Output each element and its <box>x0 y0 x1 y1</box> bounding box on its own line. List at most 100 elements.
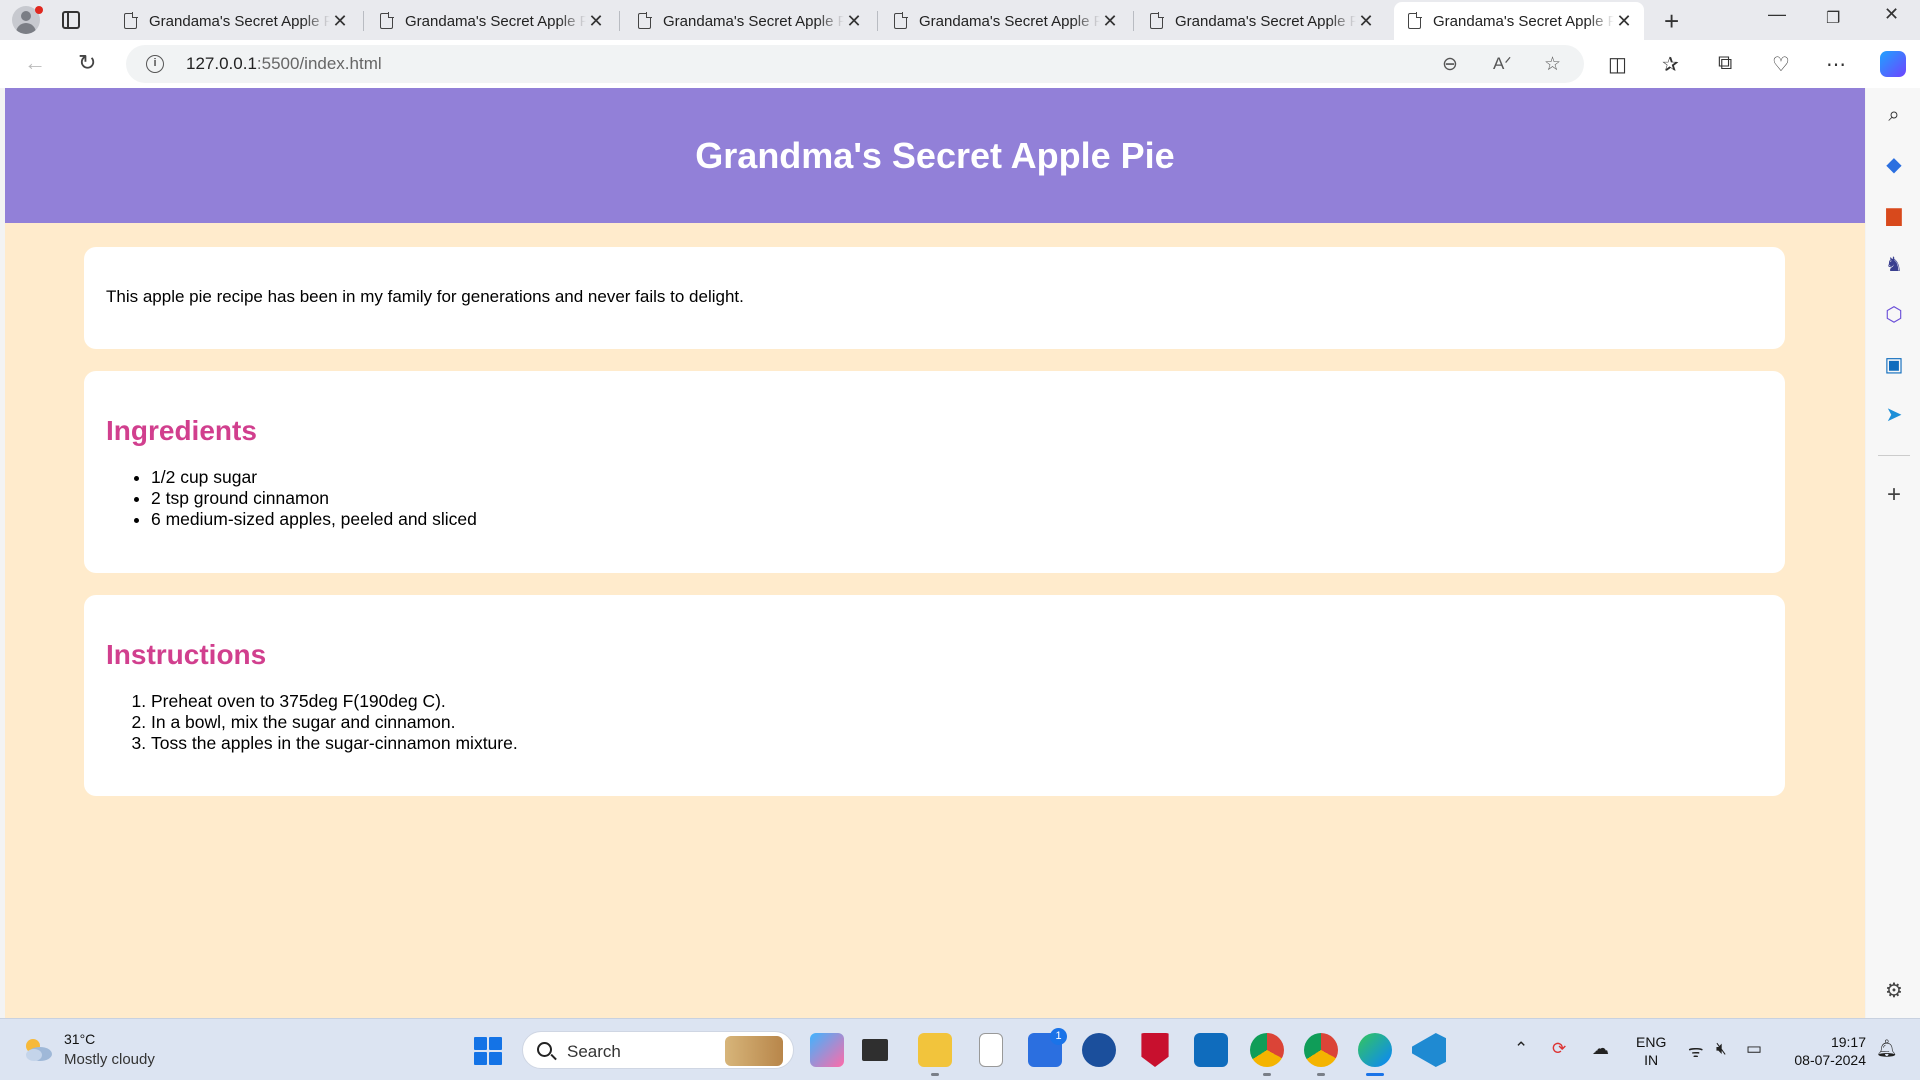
intro-text: This apple pie recipe has been in my fam… <box>106 287 744 306</box>
tools-briefcase-icon[interactable]: ▆ <box>1882 204 1906 226</box>
edge-sidebar: ⌕ ◆ ▆ ♞ ⬡ ▣ ➤ + ⚙ <box>1866 88 1920 1018</box>
page-viewport: Grandma's Secret Apple Pie This apple pi… <box>5 88 1865 1018</box>
tab-1[interactable]: Grandama's Secret Apple Pie ✕ <box>110 2 364 40</box>
close-tab-icon[interactable]: ✕ <box>1356 11 1376 32</box>
show-hidden-icons-chevron-icon[interactable]: ⌃ <box>1514 1039 1528 1059</box>
tab-actions-icon[interactable] <box>62 11 80 29</box>
browser-essentials-icon[interactable]: ♡ <box>1772 52 1790 77</box>
tab-title: Grandama's Secret Apple Pie <box>919 12 1100 30</box>
notepad-file-icon[interactable] <box>979 1033 1003 1067</box>
windows-taskbar: 31°C Mostly cloudy Search 1 ⌃ ⟳ ☁ ENG IN… <box>0 1018 1920 1080</box>
tab-3[interactable]: Grandama's Secret Apple Pie ✕ <box>624 2 878 40</box>
read-aloud-icon[interactable]: Aᐟ <box>1493 54 1512 74</box>
outlook-icon[interactable]: ▣ <box>1882 354 1906 376</box>
address-bar[interactable]: i 127.0.0.1:5500/index.html ⊖ Aᐟ ☆ <box>126 45 1584 83</box>
tab-title: Grandama's Secret Apple Pie <box>1175 12 1356 30</box>
taskbar-search-box[interactable]: Search <box>522 1031 794 1069</box>
page-icon <box>1150 12 1164 29</box>
tab-2[interactable]: Grandama's Secret Apple Pie ✕ <box>366 2 620 40</box>
favorites-icon[interactable]: ✰ <box>1662 52 1679 77</box>
close-window-icon[interactable]: ✕ <box>1884 4 1899 25</box>
region-code: IN <box>1644 1052 1659 1068</box>
onedrive-cloud-icon[interactable]: ☁ <box>1592 1039 1609 1059</box>
tab-title: Grandama's Secret Apple Pie <box>1433 12 1614 30</box>
chrome-profile-1-icon[interactable] <box>1250 1033 1284 1076</box>
task-view-icon[interactable] <box>862 1039 888 1061</box>
close-tab-icon[interactable]: ✕ <box>844 11 864 32</box>
browser-toolbar: ← ↻ i 127.0.0.1:5500/index.html ⊖ Aᐟ ☆ ◫… <box>0 40 1920 88</box>
volume-muted-icon[interactable]: 🔇︎ <box>1716 1039 1727 1059</box>
language-indicator[interactable]: ENG IN <box>1636 1033 1666 1069</box>
url-host: 127.0.0.1 <box>186 54 257 73</box>
new-tab-icon[interactable]: + <box>1664 6 1679 37</box>
weather-temperature[interactable]: 31°C <box>64 1031 95 1047</box>
dell-app-icon[interactable] <box>1082 1033 1116 1067</box>
outlook-new-icon[interactable] <box>1194 1033 1228 1067</box>
mcafee-shield-icon[interactable] <box>1141 1033 1169 1067</box>
minimize-icon[interactable]: — <box>1768 4 1786 25</box>
tab-4[interactable]: Grandama's Secret Apple Pie ✕ <box>880 2 1134 40</box>
close-tab-icon[interactable]: ✕ <box>1614 11 1634 32</box>
restore-icon[interactable]: ❐ <box>1826 8 1840 28</box>
zoom-out-icon[interactable]: ⊖ <box>1442 53 1458 76</box>
page-icon <box>1408 12 1422 29</box>
page-icon <box>380 12 394 29</box>
url-path: :5500/index.html <box>256 54 382 73</box>
windows-start-icon[interactable] <box>474 1037 502 1065</box>
favorite-star-icon[interactable]: ☆ <box>1544 53 1561 76</box>
tab-title: Grandama's Secret Apple Pie <box>663 12 844 30</box>
page-icon <box>124 12 138 29</box>
close-tab-icon[interactable]: ✕ <box>586 11 606 32</box>
instructions-card: Instructions Preheat oven to 375deg F(19… <box>84 595 1785 796</box>
sync-status-icon[interactable]: ⟳ <box>1552 1039 1566 1059</box>
battery-icon[interactable]: ▭ <box>1746 1039 1762 1059</box>
page-icon <box>638 12 652 29</box>
list-item: Preheat oven to 375deg F(190deg C). <box>151 691 1763 712</box>
close-tab-icon[interactable]: ✕ <box>330 11 350 32</box>
list-item: 6 medium-sized apples, peeled and sliced <box>151 509 1763 530</box>
notification-bell-icon[interactable]: 🔔︎ <box>1876 1039 1898 1059</box>
tab-title: Grandama's Secret Apple Pie <box>405 12 586 30</box>
close-tab-icon[interactable]: ✕ <box>1100 11 1120 32</box>
wifi-icon[interactable]: ᯤ <box>1688 1039 1704 1062</box>
list-item: Toss the apples in the sugar-cinnamon mi… <box>151 733 1763 754</box>
shopping-tag-icon[interactable]: ◆ <box>1882 154 1906 176</box>
add-sidebar-app-icon[interactable]: + <box>1882 483 1906 507</box>
collections-icon[interactable]: ⧉ <box>1718 52 1732 75</box>
split-screen-icon[interactable]: ◫ <box>1608 52 1627 77</box>
microsoft-365-icon[interactable]: ⬡ <box>1882 304 1906 326</box>
back-icon[interactable]: ← <box>24 50 46 76</box>
info-icon[interactable]: i <box>146 55 164 73</box>
page-title: Grandma's Secret Apple Pie <box>695 134 1175 176</box>
search-icon[interactable]: ⌕ <box>1882 104 1906 126</box>
games-icon[interactable]: ♞ <box>1882 254 1906 276</box>
edge-browser-icon[interactable] <box>1358 1033 1392 1076</box>
more-menu-icon[interactable]: ⋯ <box>1826 52 1846 77</box>
chrome-profile-2-icon[interactable] <box>1304 1033 1338 1076</box>
tab-6-active[interactable]: Grandama's Secret Apple Pie ✕ <box>1394 2 1644 40</box>
sidebar-settings-gear-icon[interactable]: ⚙ <box>1882 980 1906 1002</box>
list-item: In a bowl, mix the sugar and cinnamon. <box>151 712 1763 733</box>
clock-time: 19:17 <box>1830 1034 1866 1050</box>
vscode-icon[interactable] <box>1412 1033 1446 1067</box>
sidebar-divider <box>1878 455 1910 456</box>
weather-cloud-sun-icon[interactable] <box>20 1034 54 1064</box>
drop-send-icon[interactable]: ➤ <box>1882 404 1906 426</box>
copilot-icon[interactable] <box>1880 51 1906 77</box>
system-clock[interactable]: 19:17 08-07-2024 <box>1786 1033 1866 1069</box>
instructions-heading: Instructions <box>106 639 267 670</box>
search-placeholder: Search <box>567 1042 621 1061</box>
language-code: ENG <box>1636 1034 1667 1050</box>
search-icon <box>537 1042 552 1057</box>
microsoft-store-icon[interactable]: 1 <box>1028 1028 1067 1067</box>
tab-strip: Grandama's Secret Apple Pie ✕ Grandama's… <box>0 0 1920 40</box>
file-explorer-icon[interactable] <box>918 1033 952 1076</box>
refresh-icon[interactable]: ↻ <box>78 50 96 76</box>
tab-5[interactable]: Grandama's Secret Apple Pie ✕ <box>1136 2 1386 40</box>
instructions-list: Preheat oven to 375deg F(190deg C). In a… <box>106 691 1763 754</box>
copilot-preview-app-icon[interactable] <box>810 1033 844 1067</box>
weather-description[interactable]: Mostly cloudy <box>64 1051 155 1068</box>
ingredients-heading: Ingredients <box>106 415 257 446</box>
url-text[interactable]: 127.0.0.1:5500/index.html <box>186 54 382 74</box>
tab-title: Grandama's Secret Apple Pie <box>149 12 330 30</box>
